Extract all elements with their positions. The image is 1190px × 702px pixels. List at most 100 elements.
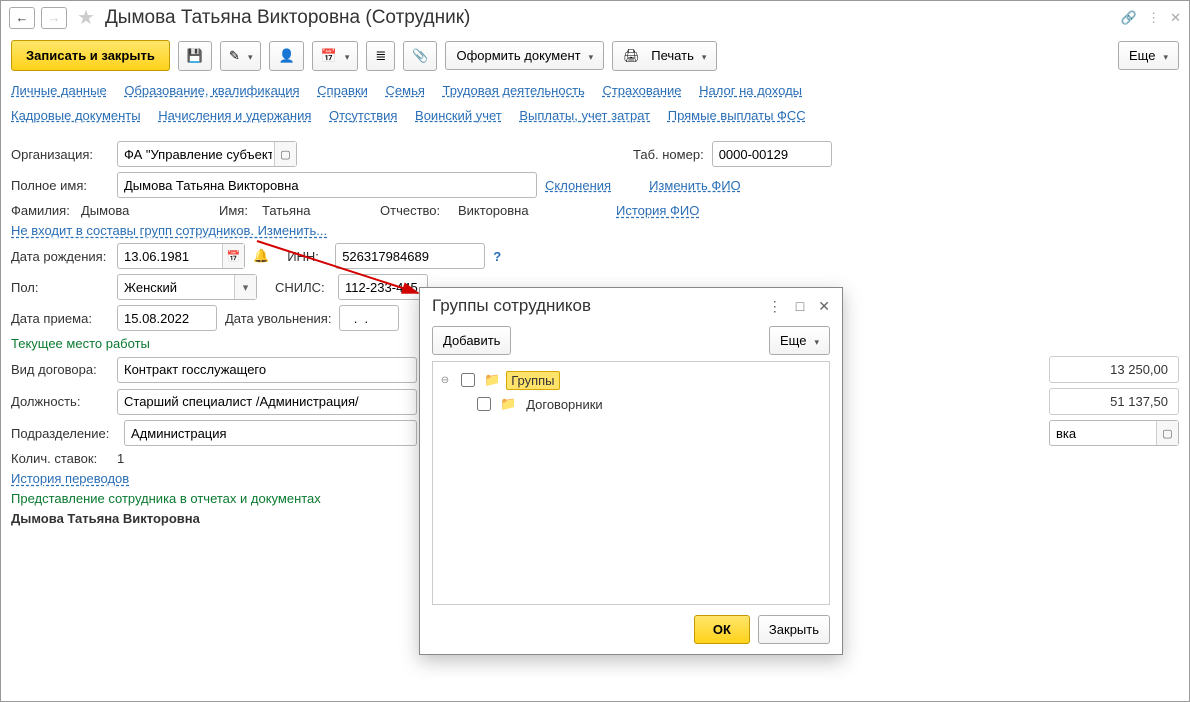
org-open-icon[interactable]: ▢	[274, 142, 296, 166]
contract-label: Вид договора:	[11, 362, 109, 377]
position-label: Должность:	[11, 394, 109, 409]
open-ref-icon[interactable]: ▢	[1156, 421, 1178, 445]
diskette-icon: 💾	[187, 48, 203, 64]
help-icon[interactable]: ?	[493, 249, 501, 264]
tab-links: Личные данные Образование, квалификация …	[1, 77, 1189, 134]
calendar-icon: 📅	[321, 48, 337, 64]
group-child-label[interactable]: Договорники	[522, 396, 606, 413]
inn-input[interactable]	[335, 243, 485, 269]
declension-link[interactable]: Склонения	[545, 178, 611, 193]
tab-absence[interactable]: Отсутствия	[329, 108, 397, 123]
group-child-checkbox[interactable]	[477, 397, 491, 411]
printer-icon: 🖨	[623, 48, 640, 64]
link-icon[interactable]: 🔗	[1121, 10, 1137, 26]
attachment-button[interactable]: 📎	[403, 41, 437, 71]
firstname-label: Имя:	[219, 203, 254, 218]
representation-header: Представление сотрудника в отчетах и док…	[11, 491, 321, 506]
dialog-add-button[interactable]: Добавить	[432, 326, 511, 355]
save-button[interactable]: 💾	[178, 41, 212, 71]
group-root-checkbox[interactable]	[461, 373, 475, 387]
snils-input[interactable]	[338, 274, 428, 300]
firstname-value: Татьяна	[262, 203, 372, 218]
tab-hr-docs[interactable]: Кадровые документы	[11, 108, 141, 123]
page-title: Дымова Татьяна Викторовна (Сотрудник)	[105, 7, 470, 29]
folder-icon: 📁	[500, 396, 516, 412]
dept-input[interactable]	[124, 420, 417, 446]
rates-value: 1	[117, 451, 124, 466]
highlighter-button[interactable]: ✎	[220, 41, 261, 71]
fio-history-link[interactable]: История ФИО	[616, 203, 699, 218]
lastname-label: Фамилия:	[11, 203, 73, 218]
dialog-title: Группы сотрудников	[432, 296, 591, 316]
dialog-close-button[interactable]: Закрыть	[758, 615, 830, 644]
hire-label: Дата приема:	[11, 311, 109, 326]
favorite-star-icon[interactable]: ★	[77, 5, 95, 30]
calendar-picker-icon[interactable]: 📅	[222, 244, 244, 268]
lastname-value: Дымова	[81, 203, 211, 218]
birth-label: Дата рождения:	[11, 249, 109, 264]
fullname-label: Полное имя:	[11, 178, 109, 193]
marker-icon: ✎	[229, 48, 240, 64]
save-and-close-button[interactable]: Записать и закрыть	[11, 40, 170, 71]
more-button[interactable]: Еще	[1118, 41, 1179, 70]
dialog-ok-button[interactable]: ОК	[694, 615, 750, 644]
list-icon: ≣	[375, 48, 386, 64]
current-place-header: Текущее место работы	[11, 336, 150, 351]
tab-military[interactable]: Воинский учет	[415, 108, 502, 123]
nav-back-button[interactable]: ←	[9, 7, 35, 29]
rates-label: Колич. ставок:	[11, 451, 109, 466]
dialog-maximize-icon[interactable]: □	[796, 298, 804, 315]
tab-education[interactable]: Образование, квалификация	[124, 83, 299, 98]
amount-1: 13 250,00	[1049, 356, 1179, 383]
org-label: Организация:	[11, 147, 109, 162]
nav-forward-button[interactable]: →	[41, 7, 67, 29]
amount-2: 51 137,50	[1049, 388, 1179, 415]
tab-insurance[interactable]: Страхование	[602, 83, 681, 98]
tab-tax[interactable]: Налог на доходы	[699, 83, 802, 98]
tree-collapse-icon[interactable]: ⊖	[439, 375, 451, 386]
hire-input[interactable]	[117, 305, 217, 331]
representation-value: Дымова Татьяна Викторовна	[11, 511, 200, 526]
tab-payments[interactable]: Выплаты, учет затрат	[519, 108, 650, 123]
dropdown-icon[interactable]: ▾	[234, 275, 256, 299]
tab-family[interactable]: Семья	[386, 83, 425, 98]
paperclip-icon: 📎	[412, 48, 428, 64]
transfer-history-link[interactable]: История переводов	[11, 471, 129, 486]
patronymic-value: Викторовна	[458, 203, 608, 218]
person-button[interactable]: 👤	[269, 41, 303, 71]
groups-notice-link[interactable]: Не входит в составы групп сотрудников. И…	[11, 223, 327, 238]
groups-tree[interactable]: ⊖ 📁 Группы 📁 Договорники	[432, 361, 830, 605]
tabno-input[interactable]	[712, 141, 832, 167]
sex-label: Пол:	[11, 280, 109, 295]
kebab-menu-icon[interactable]: ⋮	[1147, 10, 1160, 26]
change-fio-link[interactable]: Изменить ФИО	[649, 178, 741, 193]
fire-input[interactable]	[339, 305, 399, 331]
position-input[interactable]	[117, 389, 417, 415]
contract-input[interactable]	[117, 357, 417, 383]
close-window-icon[interactable]: ✕	[1170, 10, 1181, 26]
groups-dialog: Группы сотрудников ⋮ □ ✕ Добавить Еще ⊖ …	[419, 287, 843, 655]
tab-references[interactable]: Справки	[317, 83, 368, 98]
dialog-close-icon[interactable]: ✕	[818, 298, 830, 315]
print-button[interactable]: 🖨 Печать	[612, 41, 717, 71]
tabno-label: Таб. номер:	[633, 147, 704, 162]
org-input[interactable]	[117, 141, 297, 167]
fire-label: Дата увольнения:	[225, 311, 331, 326]
bell-icon[interactable]: 🔔	[253, 248, 269, 264]
inn-label: ИНН:	[287, 249, 327, 264]
person-icon: 👤	[278, 48, 294, 64]
group-root-label[interactable]: Группы	[506, 371, 559, 390]
create-document-button[interactable]: Оформить документ	[445, 41, 604, 70]
calendar-button[interactable]: 📅	[312, 41, 359, 71]
tab-personal[interactable]: Личные данные	[11, 83, 107, 98]
dialog-more-button[interactable]: Еще	[769, 326, 830, 355]
fullname-input[interactable]	[117, 172, 537, 198]
tab-accruals[interactable]: Начисления и удержания	[158, 108, 311, 123]
snils-label: СНИЛС:	[275, 280, 330, 295]
tab-fss[interactable]: Прямые выплаты ФСС	[668, 108, 806, 123]
tab-work[interactable]: Трудовая деятельность	[443, 83, 585, 98]
list-button[interactable]: ≣	[366, 41, 395, 71]
folder-icon: 📁	[484, 372, 500, 388]
dialog-menu-icon[interactable]: ⋮	[768, 298, 782, 315]
dept-label: Подразделение:	[11, 426, 116, 441]
